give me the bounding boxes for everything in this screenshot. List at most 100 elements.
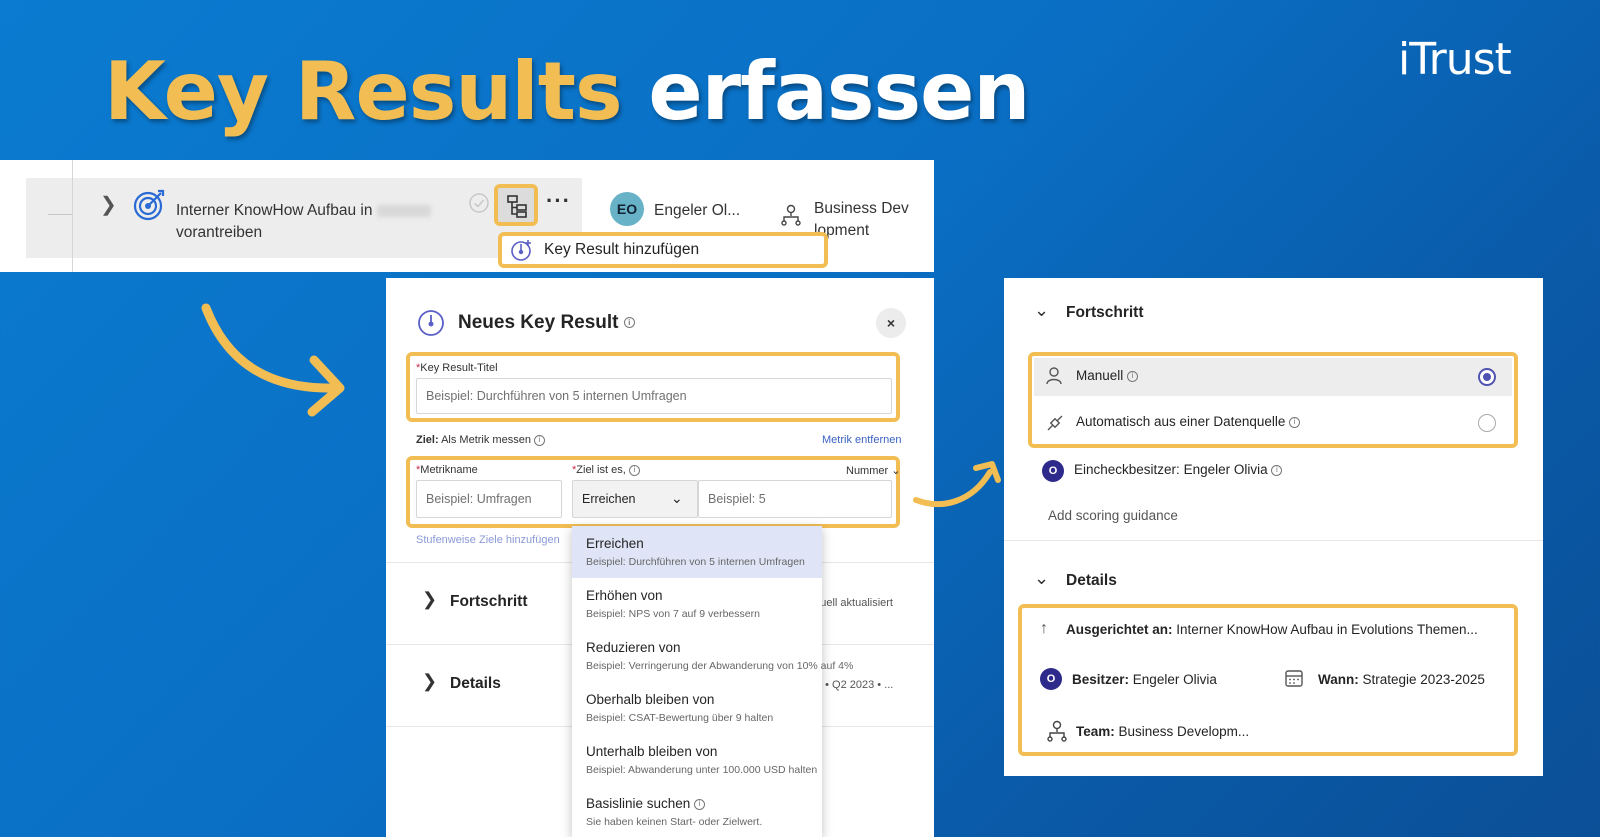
progress-title: Fortschritt [1066, 304, 1144, 321]
avatar: O [1042, 460, 1064, 482]
staged-goals-link[interactable]: Stufenweise Ziele hinzufügen [416, 534, 560, 546]
divider [1004, 540, 1543, 541]
radio-manual[interactable] [1478, 368, 1496, 386]
goal-type-select[interactable]: Erreichen ⌄ [572, 480, 698, 518]
add-key-result-menu-item[interactable]: Key Result hinzufügen [498, 232, 828, 268]
person-icon [1044, 366, 1064, 386]
option-subtitle: Beispiel: NPS von 7 auf 9 verbessern [586, 608, 760, 620]
number-type-select[interactable]: Nummer ⌄ [846, 464, 900, 477]
chevron-down-icon: ⌄ [891, 465, 901, 477]
owner-value: Engeler Olivia [1132, 672, 1217, 687]
info-icon[interactable]: i [534, 434, 545, 446]
option-title: Erreichen [586, 536, 644, 551]
owner[interactable]: Besitzer: Engeler Olivia [1072, 672, 1217, 687]
option-subtitle: Beispiel: Verringerung der Abwanderung v… [586, 660, 854, 672]
when-label: Wann: [1318, 672, 1359, 687]
add-key-result-tree-button[interactable] [494, 184, 538, 226]
team-icon [780, 204, 802, 226]
gauge-icon [416, 308, 446, 338]
dropdown-option[interactable]: Erhöhen von Beispiel: NPS von 7 auf 9 ve… [572, 578, 822, 630]
goal-type-dropdown: Erreichen Beispiel: Durchführen von 5 in… [572, 526, 854, 837]
calendar-icon [1284, 668, 1304, 688]
goal-title-line-2: vorantreiben [176, 224, 263, 241]
team-icon [1046, 720, 1068, 742]
close-button[interactable]: × [876, 308, 906, 338]
key-result-details-panel: ⌄ Fortschritt Manuell i Automatisch aus … [1004, 278, 1543, 776]
remove-metric-link[interactable]: Metrik entfernen [822, 434, 901, 446]
avatar: O [1040, 668, 1062, 690]
owner-avatar: O [1040, 668, 1062, 690]
details-title: Details [1066, 572, 1117, 589]
goal-title[interactable]: Interner KnowHow Aufbau in vorantreiben [176, 200, 431, 244]
team-label: Team: [1076, 724, 1115, 739]
option-title-text: Basislinie suchen [586, 796, 691, 811]
key-result-title-input[interactable]: Beispiel: Durchführen von 5 internen Umf… [416, 378, 892, 414]
team-value: Business Developm... [1118, 724, 1250, 739]
info-icon[interactable]: i [628, 464, 640, 476]
info-icon[interactable]: i [623, 317, 635, 329]
checkin-owner[interactable]: Eincheckbesitzer: Engeler Olivia i [1074, 462, 1283, 477]
option-title: Erhöhen von [586, 588, 663, 603]
form-title: Neues Key Result i [458, 312, 635, 334]
owner-label: Besitzer: [1072, 672, 1130, 687]
option-auto-label: Automatisch aus einer Datenquelle [1076, 414, 1286, 429]
info-icon[interactable]: i [1127, 370, 1139, 382]
expand-chevron-icon[interactable]: ❯ [100, 192, 117, 217]
info-icon[interactable]: i [1271, 464, 1283, 476]
chevron-down-icon[interactable]: ⌄ [1034, 568, 1049, 589]
title-field-label-text: Key Result-Titel [420, 362, 498, 374]
target-icon [132, 188, 166, 222]
option-auto: Automatisch aus einer Datenquelle i [1076, 414, 1301, 429]
goal-is-label: *Ziel ist es, i [572, 464, 640, 476]
target-prefix: Ziel: [416, 434, 439, 446]
dropdown-option[interactable]: Unterhalb bleiben von Beispiel: Abwander… [572, 734, 822, 786]
title-field-label: *Key Result-Titel [416, 362, 498, 374]
aligned-label: Ausgerichtet an: [1066, 622, 1173, 637]
curved-arrow-icon [196, 300, 356, 420]
more-options-icon[interactable]: ··· [546, 188, 571, 214]
expand-chevron-icon: ❯ [422, 589, 438, 609]
expand-chevron-icon: ❯ [422, 671, 438, 691]
owner-name: Engeler Ol... [654, 202, 741, 219]
section-progress-title: Fortschritt [450, 593, 528, 610]
option-title: Unterhalb bleiben von [586, 744, 718, 759]
info-icon[interactable]: i [694, 798, 706, 810]
when[interactable]: Wann: Strategie 2023-2025 [1318, 672, 1485, 687]
team-name: Business Dev lopment [814, 198, 909, 242]
goal-is-label-text: Ziel ist es, [576, 464, 626, 476]
team-name-line-1: Business Dev [814, 200, 909, 217]
add-scoring-guidance-link[interactable]: Add scoring guidance [1048, 508, 1178, 523]
check-circle-icon[interactable] [468, 192, 490, 214]
aligned-to[interactable]: Ausgerichtet an: Interner KnowHow Aufbau… [1066, 622, 1478, 637]
option-manual-label: Manuell [1076, 368, 1124, 383]
info-icon[interactable]: i [1289, 416, 1301, 428]
add-key-result-label: Key Result hinzufügen [544, 241, 700, 258]
option-title: Oberhalb bleiben von [586, 692, 715, 707]
team[interactable]: Team: Business Developm... [1076, 724, 1249, 739]
radio-auto[interactable] [1478, 414, 1496, 432]
target-number-input[interactable]: Beispiel: 5 [698, 480, 892, 518]
metric-name-label: *Metrikname [416, 464, 478, 476]
checkin-owner-label: Eincheckbesitzer: [1074, 462, 1180, 477]
metric-name-label-text: Metrikname [420, 464, 478, 476]
add-key-result-icon [510, 238, 534, 262]
aligned-value: Interner KnowHow Aufbau in Evolutions Th… [1176, 622, 1478, 637]
option-subtitle: Beispiel: Durchführen von 5 internen Umf… [586, 556, 805, 568]
goal-type-value: Erreichen [582, 492, 636, 506]
dropdown-option[interactable]: Erreichen Beispiel: Durchführen von 5 in… [572, 526, 822, 578]
tree-branch [48, 214, 72, 215]
chevron-down-icon[interactable]: ⌄ [1034, 300, 1049, 321]
dropdown-option[interactable]: Reduzieren von Beispiel: Verringerung de… [572, 630, 854, 682]
number-type-value: Nummer [846, 465, 889, 477]
dropdown-option[interactable]: Oberhalb bleiben von Beispiel: CSAT-Bewe… [572, 682, 822, 734]
headline-part-2: erfassen [648, 45, 1030, 138]
target-value: Als Metrik messen [441, 434, 531, 446]
dropdown-option[interactable]: Basislinie suchen i Sie haben keinen Sta… [572, 786, 822, 837]
metric-name-input[interactable]: Beispiel: Umfragen [416, 480, 562, 518]
headline: Key Results erfassen [104, 42, 1030, 142]
form-title-text: Neues Key Result [458, 312, 619, 333]
chevron-down-icon: ⌄ [671, 490, 683, 506]
when-value: Strategie 2023-2025 [1362, 672, 1485, 687]
redacted-word [376, 204, 431, 217]
checkin-owner-avatar: O [1042, 460, 1064, 482]
